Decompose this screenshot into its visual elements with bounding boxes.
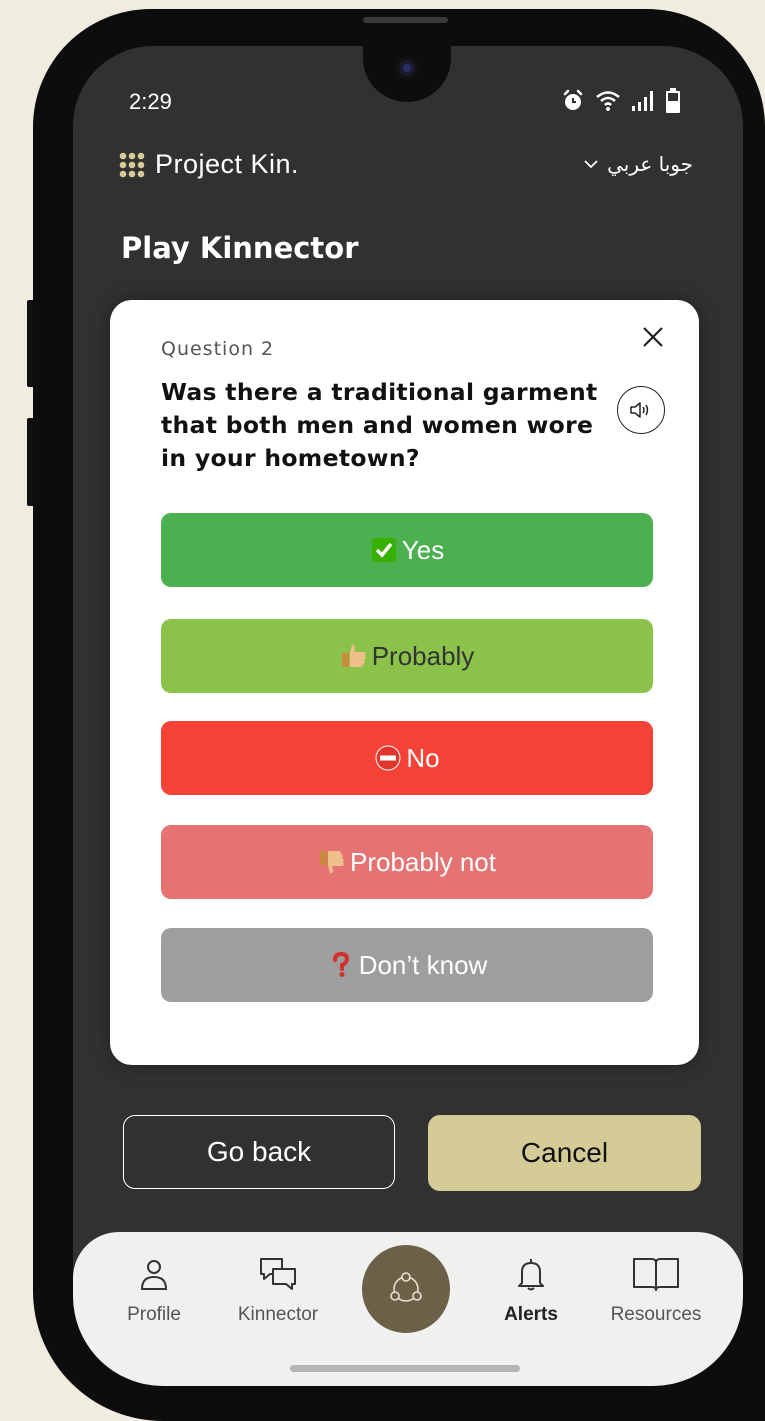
brand: Project Kin. (119, 149, 299, 180)
notch (363, 46, 451, 102)
tab-resources-label: Resources (610, 1304, 702, 1325)
tab-kinnector-label: Kinnector (237, 1304, 319, 1325)
chat-bubbles-icon (260, 1258, 296, 1290)
thumbs-down-icon (318, 848, 346, 876)
grid-dots-icon (119, 152, 145, 177)
question-number: Question 2 (161, 338, 275, 360)
page-title: Play Kinnector (121, 231, 359, 265)
home-indicator (290, 1365, 520, 1372)
question-dialog: Question 2 Was there a traditional garme… (110, 300, 699, 1065)
question-text: Was there a traditional garment that bot… (161, 378, 598, 472)
answer-probably-not-label: Probably not (350, 846, 496, 877)
app-screen: 2:29 Project Kin. جوبا عربي Play Kinnect… (73, 46, 743, 1386)
answer-no-label: No (406, 742, 440, 773)
tab-profile[interactable]: Profile (94, 1256, 214, 1326)
speaker-icon (630, 402, 649, 418)
tab-kinnector[interactable]: Kinnector (218, 1256, 338, 1326)
wifi-icon (596, 91, 620, 111)
chevron-down-icon (584, 160, 598, 169)
tab-profile-label: Profile (127, 1304, 181, 1325)
person-icon (140, 1260, 168, 1290)
language-label: جوبا عربي (607, 152, 693, 176)
brand-name: Project Kin. (155, 149, 300, 179)
tab-alerts[interactable]: Alerts (471, 1256, 591, 1326)
bell-icon (518, 1259, 544, 1291)
close-button[interactable] (638, 322, 668, 352)
close-icon (643, 327, 663, 347)
network-icon (390, 1272, 422, 1302)
question-mark-icon (327, 951, 355, 979)
alarm-icon (563, 89, 583, 110)
book-icon (633, 1258, 679, 1291)
thumbs-up-icon (340, 642, 368, 670)
answer-dont-know-label: Don’t know (358, 949, 488, 980)
answer-no-button[interactable]: No (161, 721, 653, 795)
language-selector[interactable]: جوبا عربي (583, 152, 693, 176)
no-entry-icon (374, 744, 402, 772)
tab-kinnect-center[interactable] (362, 1245, 450, 1333)
go-back-button[interactable]: Go back (123, 1115, 395, 1189)
status-icons (561, 88, 681, 114)
bottom-tab-bar: Profile Kinnector Alerts Resources (73, 1232, 743, 1386)
front-camera (395, 56, 419, 80)
read-aloud-button[interactable] (617, 386, 665, 434)
answer-yes-label: Yes (401, 534, 445, 565)
answer-dont-know-button[interactable]: Don’t know (161, 928, 653, 1002)
answer-yes-button[interactable]: Yes (161, 513, 653, 587)
signal-icon (632, 91, 653, 111)
battery-icon (666, 88, 680, 113)
tab-alerts-label: Alerts (504, 1304, 558, 1325)
answer-probably-label: Probably (371, 640, 475, 671)
check-box-icon (370, 536, 398, 564)
status-time: 2:29 (129, 89, 172, 114)
answer-probably-button[interactable]: Probably (161, 619, 653, 693)
tab-resources[interactable]: Resources (596, 1256, 716, 1326)
answer-probably-not-button[interactable]: Probably not (161, 825, 653, 899)
earpiece-speaker (363, 17, 448, 23)
cancel-button[interactable]: Cancel (428, 1115, 701, 1191)
phone-frame: 2:29 Project Kin. جوبا عربي Play Kinnect… (33, 9, 765, 1421)
